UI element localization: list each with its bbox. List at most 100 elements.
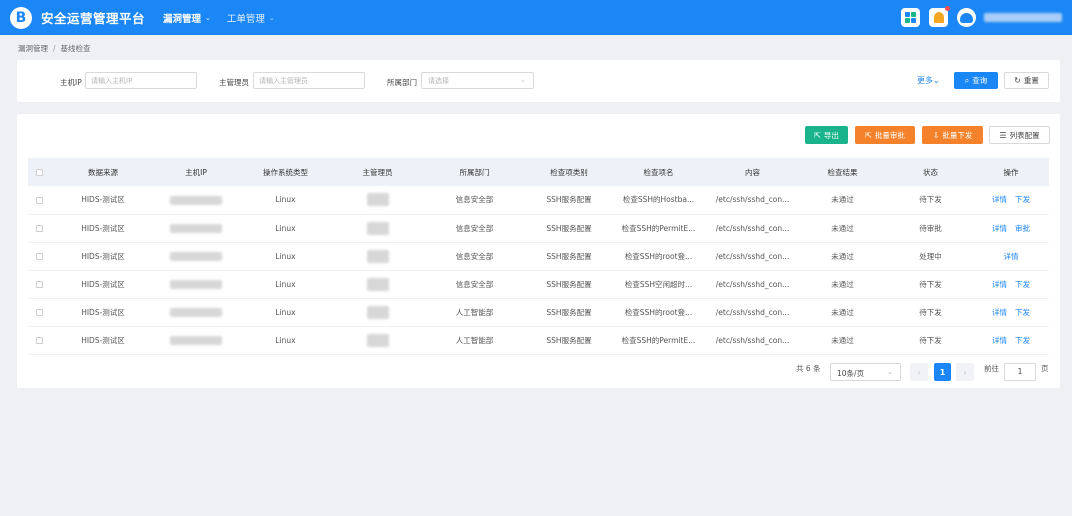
col-content: 内容	[708, 158, 797, 186]
table-row: HIDS-测试区 Linux 信息安全部 SSH服务配置 检查SSH空闲超时.../et…	[28, 270, 1049, 299]
row-action-link[interactable]: 下发	[1015, 280, 1030, 289]
cell-status: 待下发	[888, 186, 973, 215]
page-unit-label: 页	[1041, 364, 1049, 373]
nav-label: 工单管理	[226, 13, 265, 25]
col-host-ip: 主机IP	[156, 158, 236, 186]
col-actions: 操作	[973, 158, 1049, 186]
owner-redacted	[366, 221, 389, 235]
reset-button[interactable]: ↻ 重置	[1004, 72, 1049, 89]
col-source: 数据来源	[50, 158, 156, 186]
row-action-link[interactable]: 审批	[1015, 224, 1030, 233]
table-row: HIDS-测试区 Linux 人工智能部 SSH服务配置 检查SSH的root登... /…	[28, 298, 1049, 327]
page-jump-input[interactable]: 1	[1004, 363, 1036, 381]
table-row: HIDS-测试区 Linux 信息安全部 SSH服务配置 检查SSH的Hostba...…	[28, 186, 1049, 215]
next-page-button[interactable]: ›	[956, 363, 974, 381]
cell-content: /etc/ssh/sshd_con...	[708, 270, 797, 299]
cell-check-category: SSH服务配置	[529, 298, 609, 327]
row-action-link[interactable]: 下发	[1015, 308, 1030, 317]
apps-button[interactable]	[901, 8, 920, 27]
row-select-cell[interactable]	[28, 298, 50, 327]
col-result: 检查结果	[797, 158, 888, 186]
row-checkbox[interactable]	[35, 309, 43, 316]
host-ip-redacted	[170, 195, 222, 205]
host-ip-input[interactable]	[85, 72, 197, 89]
cell-result: 未通过	[797, 242, 888, 271]
user-avatar[interactable]	[957, 8, 976, 27]
row-select-cell[interactable]	[28, 270, 50, 299]
host-ip-redacted	[170, 223, 222, 233]
row-action-link[interactable]: 下发	[1015, 336, 1030, 345]
notifications-button[interactable]	[929, 6, 950, 27]
cloud-icon	[960, 12, 973, 23]
row-select-cell[interactable]	[28, 186, 50, 215]
cell-source: HIDS-测试区	[50, 326, 156, 355]
row-action-link[interactable]: 详情	[992, 280, 1007, 289]
export-button[interactable]: ⇱ 导出	[805, 126, 848, 144]
column-config-button[interactable]: ☰ 列表配置	[989, 126, 1050, 144]
nav-ticket-management[interactable]: 工单管理 ⌄	[227, 11, 275, 25]
cell-check-item: 检查SSH的PermitE...	[609, 326, 708, 355]
prev-page-button[interactable]: ‹	[910, 363, 928, 381]
row-checkbox[interactable]	[35, 253, 43, 260]
row-checkbox[interactable]	[35, 281, 43, 288]
batch-approve-button[interactable]: ⇱ 批量审批	[855, 126, 915, 144]
row-action-link[interactable]: 详情	[1004, 252, 1019, 261]
select-all-cell[interactable]	[28, 158, 50, 186]
cell-check-category: SSH服务配置	[529, 270, 609, 299]
select-all-checkbox[interactable]	[35, 169, 43, 176]
row-action-link[interactable]: 详情	[992, 195, 1007, 204]
cell-department: 人工智能部	[420, 326, 529, 355]
cell-host-ip	[156, 270, 236, 299]
breadcrumb-item[interactable]: 漏洞管理	[18, 44, 48, 53]
cell-check-item: 检查SSH的root登...	[609, 298, 708, 327]
owner-label: 主管理员	[219, 78, 249, 87]
cell-host-ip	[156, 242, 236, 271]
host-ip-redacted	[170, 307, 222, 317]
cell-status: 处理中	[888, 242, 973, 271]
row-select-cell[interactable]	[28, 326, 50, 355]
row-select-cell[interactable]	[28, 214, 50, 243]
query-button[interactable]: ⌕ 查询	[954, 72, 998, 89]
filter-panel: 主机IP 主管理员 所属部门 请选择 ⌄ 更多⌄ ⌕查询 ↻重置	[17, 60, 1060, 102]
row-action-link[interactable]: 详情	[992, 336, 1007, 345]
cell-status: 待审批	[888, 214, 973, 243]
row-checkbox[interactable]	[35, 196, 43, 204]
cell-result: 未通过	[797, 270, 888, 299]
user-name-redacted[interactable]	[984, 13, 1062, 22]
export-label: 导出	[823, 130, 839, 140]
cell-host-ip	[156, 186, 236, 215]
cell-status: 待下发	[888, 298, 973, 327]
owner-input[interactable]	[253, 72, 365, 89]
nav-vuln-management[interactable]: 漏洞管理 ⌄	[163, 11, 211, 25]
cell-result: 未通过	[797, 326, 888, 355]
chevron-down-icon: ⌄	[205, 13, 211, 22]
row-action-link[interactable]: 下发	[1015, 195, 1030, 204]
cell-actions: 详情 下发	[973, 326, 1049, 355]
cell-status: 待下发	[888, 270, 973, 299]
batch-issue-button[interactable]: ⇩ 批量下发	[922, 126, 983, 144]
cell-owner	[335, 242, 420, 271]
reset-label: 重置	[1023, 76, 1039, 85]
table-row: HIDS-测试区 Linux 人工智能部 SSH服务配置 检查SSH的PermitE..…	[28, 326, 1049, 355]
row-action-link[interactable]: 详情	[992, 308, 1007, 317]
row-select-cell[interactable]	[28, 242, 50, 271]
page-size-select[interactable]: 10条/页 ⌄	[830, 363, 901, 381]
header-actions	[892, 6, 1062, 27]
page-number-current[interactable]: 1	[934, 363, 951, 381]
issue-icon: ⇩	[932, 130, 940, 140]
row-checkbox[interactable]	[35, 337, 43, 344]
baseline-check-table: 数据来源 主机IP 操作系统类型 主管理员 所属部门 检查项类别 检查项名 内容…	[28, 158, 1049, 355]
app-logo[interactable]: B	[10, 6, 32, 29]
cell-host-ip	[156, 326, 236, 355]
cell-result: 未通过	[797, 298, 888, 327]
nav-label: 漏洞管理	[163, 13, 202, 25]
row-action-link[interactable]: 详情	[992, 224, 1007, 233]
cell-host-ip	[156, 214, 236, 243]
cell-source: HIDS-测试区	[50, 298, 156, 327]
cell-source: HIDS-测试区	[50, 270, 156, 299]
more-filters-toggle[interactable]: 更多⌄	[917, 75, 940, 86]
row-checkbox[interactable]	[35, 225, 43, 232]
dept-select[interactable]: 请选择 ⌄	[421, 72, 534, 89]
host-ip-redacted	[170, 335, 222, 345]
cell-os-type: Linux	[236, 242, 335, 271]
